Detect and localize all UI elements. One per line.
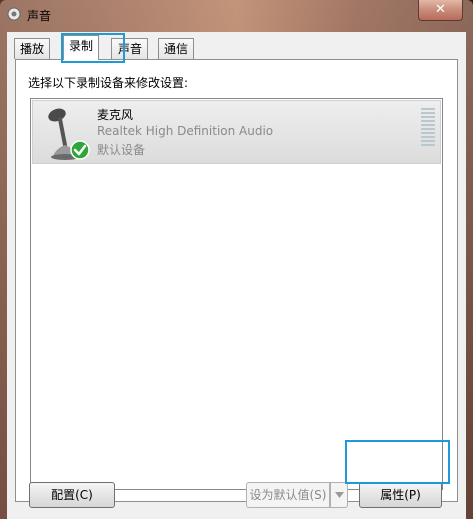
tab-sounds[interactable]: 声音 xyxy=(111,38,149,59)
dialog-body: 播放 录制 声音 通信 选择以下录制设备来修改设置: 麦克风 Realtek H… xyxy=(7,32,466,519)
tab-playback-label: 播放 xyxy=(20,42,45,56)
set-default-button[interactable]: 设为默认值(S) xyxy=(246,482,330,508)
device-status: 默认设备 xyxy=(97,143,146,157)
tab-recording-label: 录制 xyxy=(69,39,94,53)
properties-button[interactable]: 属性(P) xyxy=(359,482,442,508)
default-check-icon xyxy=(70,140,90,160)
microphone-icon xyxy=(48,108,90,160)
tab-sounds-label: 声音 xyxy=(118,42,143,56)
close-icon: ✕ xyxy=(435,2,446,17)
set-default-dropdown[interactable] xyxy=(330,482,348,508)
recording-panel: 选择以下录制设备来修改设置: 麦克风 Realtek High Definiti… xyxy=(15,59,458,502)
set-default-button-label: 设为默认值(S) xyxy=(249,488,327,502)
configure-button[interactable]: 配置(C) xyxy=(29,482,115,508)
level-meter xyxy=(421,108,435,150)
tab-recording[interactable]: 录制 xyxy=(63,35,100,60)
speaker-app-icon xyxy=(7,7,21,21)
configure-button-label: 配置(C) xyxy=(51,488,93,502)
window-title: 声音 xyxy=(27,9,52,23)
close-button[interactable]: ✕ xyxy=(418,0,463,21)
chevron-down-icon xyxy=(335,492,344,498)
device-name: 麦克风 xyxy=(97,108,134,122)
title-bar[interactable]: 声音 ✕ xyxy=(0,0,473,28)
device-driver: Realtek High Definition Audio xyxy=(97,124,274,138)
properties-button-label: 属性(P) xyxy=(380,488,421,502)
tab-communications-label: 通信 xyxy=(164,42,189,56)
instruction-text: 选择以下录制设备来修改设置: xyxy=(28,76,189,90)
window-frame: 声音 ✕ 播放 录制 声音 通信 选择以下录制设备来修改设置: 麦克风 Real… xyxy=(0,0,473,519)
tab-playback[interactable]: 播放 xyxy=(14,38,51,59)
device-row[interactable]: 麦克风 Realtek High Definition Audio 默认设备 xyxy=(32,100,441,164)
tab-communications[interactable]: 通信 xyxy=(158,38,195,59)
device-list[interactable]: 麦克风 Realtek High Definition Audio 默认设备 xyxy=(30,98,443,490)
